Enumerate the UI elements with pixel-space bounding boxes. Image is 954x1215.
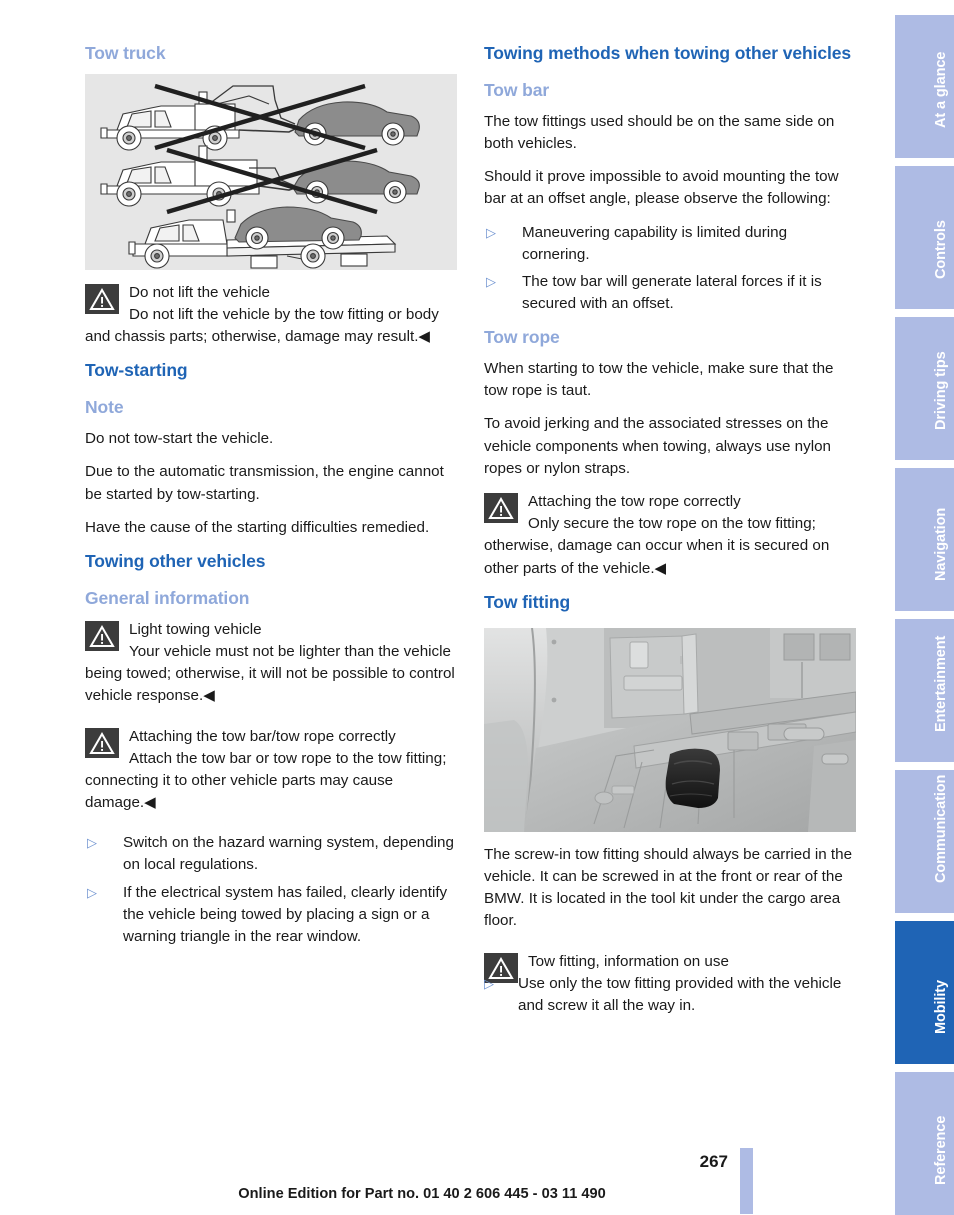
- heading-tow-starting: Tow-starting: [85, 360, 188, 381]
- warning-title: Attaching the tow bar/tow rope correctly: [129, 727, 396, 745]
- bullet-triangle-icon: ▷: [87, 884, 97, 900]
- list-item: ▷ Maneuvering capability is limited duri…: [484, 222, 856, 266]
- tow-fitting-photo: [484, 627, 856, 832]
- warning-triangle-icon: [85, 620, 119, 651]
- warning-title: Tow fitting, information on use: [528, 952, 729, 970]
- tab-label: Driving tips: [932, 351, 949, 430]
- list-tow-fitting-warning: ▷ Use only the tow fitting provided with…: [484, 973, 856, 1017]
- warning-title: Do not lift the vehicle: [129, 283, 270, 301]
- warning-do-not-lift: Do not lift the vehicle Do not lift the …: [85, 282, 457, 349]
- heading-tow-bar: Tow bar: [484, 80, 550, 101]
- paragraph-tow-rope-1: When starting to tow the vehicle, make s…: [484, 360, 834, 400]
- paragraph-tow-start-1: Do not tow-start the vehicle.: [85, 430, 274, 448]
- warning-title: Light towing vehicle: [129, 620, 262, 638]
- list-towing-other-vehicles: ▷ Switch on the hazard warning system, d…: [85, 832, 457, 948]
- heading-towing-methods: Towing methods when towing other vehicle…: [484, 43, 851, 63]
- warning-triangle-icon: [85, 283, 119, 314]
- tab-entertainment[interactable]: Entertainment: [895, 619, 954, 762]
- warning-triangle-icon: [85, 727, 119, 758]
- right-column: Towing methods when towing other vehicle…: [484, 42, 856, 1028]
- paragraph-tow-start-3: Have the cause of the starting difficult…: [85, 518, 430, 536]
- heading-note: Note: [85, 397, 124, 418]
- tab-label: At a glance: [932, 51, 949, 128]
- page-number: 267: [699, 1152, 728, 1171]
- tab-navigation[interactable]: Navigation: [895, 468, 954, 611]
- list-item: ▷ Switch on the hazard warning system, d…: [85, 832, 457, 876]
- paragraph-tow-bar-2: Should it prove impossible to avoid moun…: [484, 168, 839, 208]
- warning-attaching-tow-bar: Attaching the tow bar/tow rope correctly…: [85, 726, 457, 815]
- tab-label: Reference: [932, 1115, 949, 1185]
- warning-tow-fitting-use: Tow fitting, information on use ▷ Use on…: [484, 951, 856, 1018]
- bullet-triangle-icon: ▷: [87, 835, 97, 851]
- warning-light-towing-vehicle: Light towing vehicle Your vehicle must n…: [85, 619, 457, 708]
- bullet-triangle-icon: ▷: [486, 224, 496, 240]
- tab-communication[interactable]: Communication: [895, 770, 954, 913]
- paragraph-tow-start-2: Due to the automatic transmission, the e…: [85, 463, 444, 503]
- bullet-triangle-icon: ▷: [486, 273, 496, 289]
- heading-towing-other-vehicles: Towing other vehicles: [85, 550, 266, 571]
- list-item: ▷ If the electrical system has failed, c…: [85, 882, 457, 949]
- paragraph-tow-rope-2: To avoid jerking and the associated stre…: [484, 415, 831, 477]
- warning-body: Attach the tow bar or tow rope to the to…: [85, 749, 447, 812]
- tab-label: Entertainment: [932, 635, 949, 732]
- warning-triangle-icon: [484, 493, 518, 524]
- warning-title: Attaching the tow rope correctly: [528, 493, 741, 511]
- tow-truck-illustration: [85, 73, 457, 270]
- heading-general-information: General information: [85, 588, 250, 608]
- page-number-bar: [740, 1148, 753, 1214]
- tab-controls[interactable]: Controls: [895, 166, 954, 309]
- tab-mobility[interactable]: Mobility: [895, 921, 954, 1064]
- list-item-text: Maneuvering capability is limited during…: [522, 223, 788, 263]
- left-column: Tow truck Do not lift the vehicle Do not…: [85, 42, 457, 959]
- footer-edition-note: Online Edition for Part no. 01 40 2 606 …: [0, 1186, 954, 1202]
- paragraph-tow-fitting: The screw-in tow fitting should always b…: [484, 845, 853, 930]
- tab-driving-tips[interactable]: Driving tips: [895, 317, 954, 460]
- heading-tow-fitting: Tow fitting: [484, 591, 571, 612]
- tab-at-a-glance[interactable]: At a glance: [895, 15, 954, 158]
- list-item-text: The tow bar will generate lateral forces…: [522, 272, 822, 313]
- list-item-text: Use only the tow fitting provided with t…: [518, 974, 842, 1014]
- warning-body: Only secure the tow rope on the tow fitt…: [484, 515, 830, 577]
- section-tab-rail: At a glance Controls Driving tips Naviga…: [895, 0, 954, 1215]
- list-item: ▷ Use only the tow fitting provided with…: [484, 973, 856, 1017]
- list-tow-bar: ▷ Maneuvering capability is limited duri…: [484, 222, 856, 316]
- warning-body: Your vehicle must not be lighter than th…: [85, 642, 455, 705]
- list-item: ▷ The tow bar will generate lateral forc…: [484, 271, 856, 315]
- heading-tow-truck: Tow truck: [85, 43, 166, 63]
- bullet-triangle-icon: ▷: [484, 975, 494, 991]
- tab-label: Navigation: [932, 507, 949, 581]
- warning-attaching-tow-rope: Attaching the tow rope correctly Only se…: [484, 491, 856, 580]
- warning-body: Do not lift the vehicle by the tow fitti…: [85, 305, 439, 346]
- paragraph-tow-bar-1: The tow fittings used should be on the s…: [484, 112, 835, 153]
- heading-tow-rope: Tow rope: [484, 327, 560, 348]
- tab-label: Mobility: [932, 980, 949, 1034]
- footer-text: Online Edition for Part no. 01 40 2 606 …: [238, 1186, 606, 1202]
- tab-label: Communication: [932, 774, 949, 883]
- list-item-text: If the electrical system has failed, cle…: [123, 883, 448, 945]
- manual-page: Tow truck Do not lift the vehicle Do not…: [0, 0, 954, 1215]
- tab-label: Controls: [932, 220, 949, 279]
- list-item-text: Switch on the hazard warning system, dep…: [123, 834, 454, 874]
